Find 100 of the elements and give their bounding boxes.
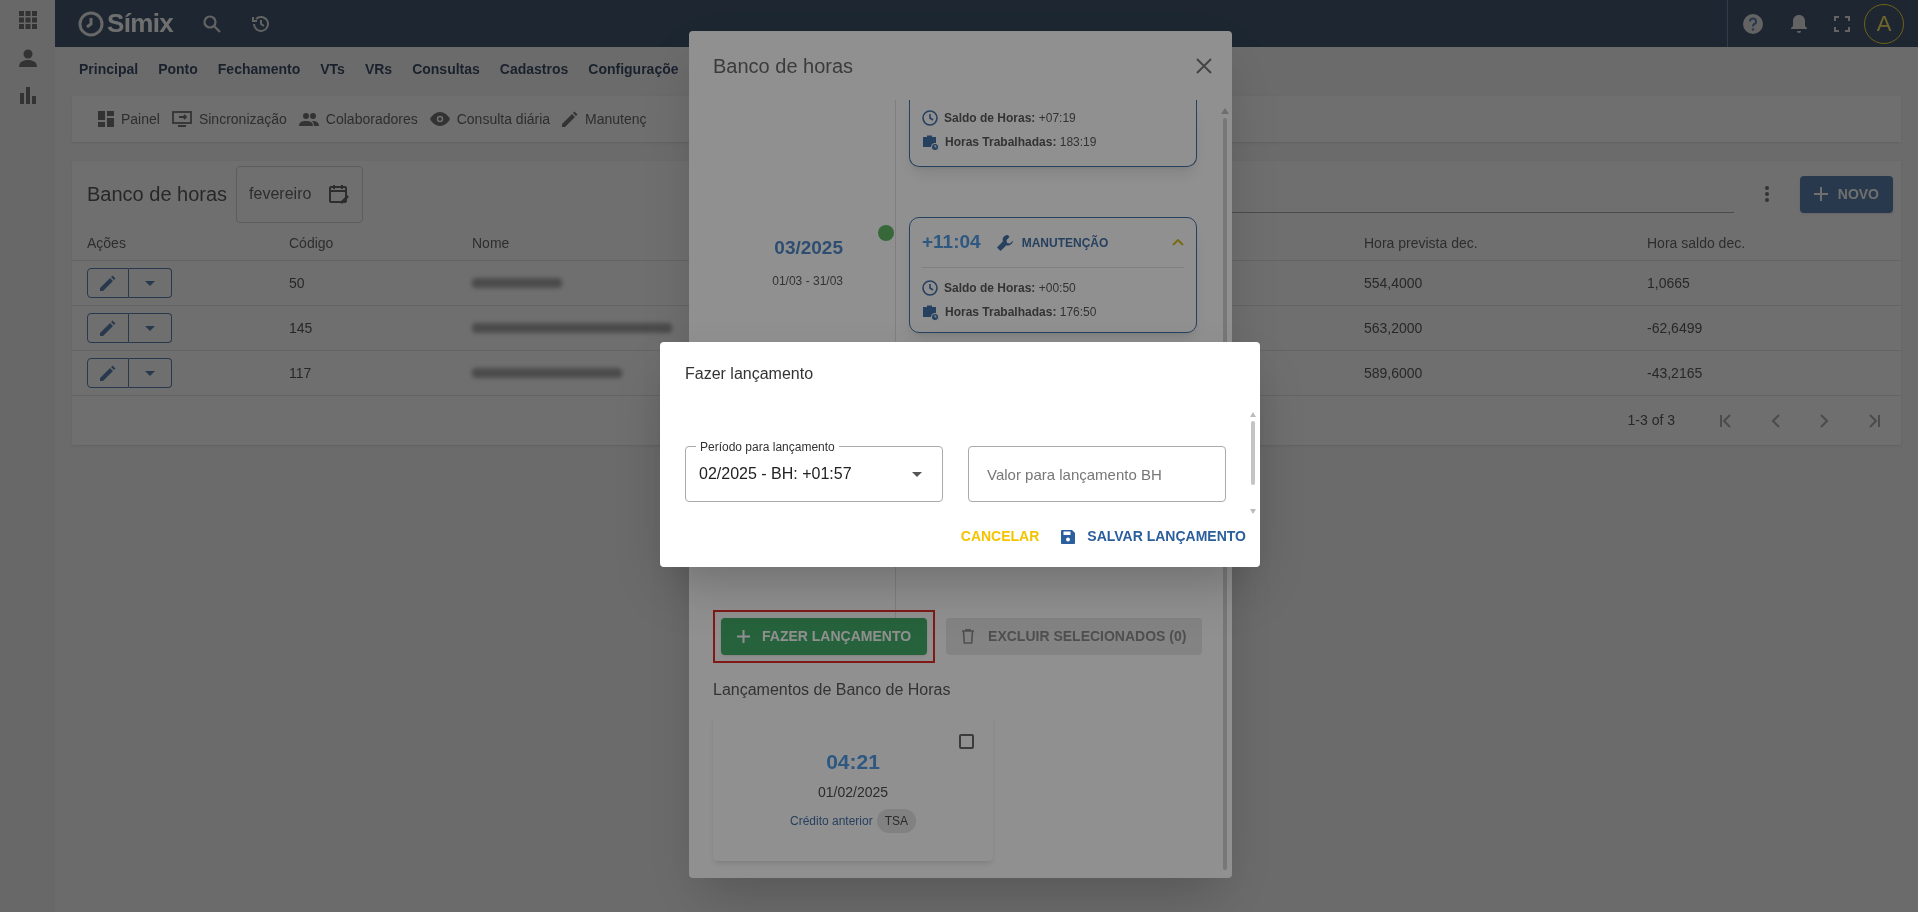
expand-toggle[interactable] xyxy=(1172,239,1184,246)
table-cell-text: 589,6000 xyxy=(1364,363,1424,383)
briefcase-clock-icon xyxy=(922,133,939,151)
briefcase-clock-icon xyxy=(922,303,939,321)
dashboard-icon xyxy=(98,111,114,127)
fullscreen-icon[interactable] xyxy=(1834,15,1850,32)
dropdown-button[interactable] xyxy=(129,313,172,343)
history-icon[interactable] xyxy=(251,13,272,34)
total-hours: +11:04 xyxy=(922,230,981,255)
add-entry-button[interactable]: FAZER LANÇAMENTO xyxy=(721,618,928,655)
more-vertical-icon[interactable] xyxy=(1763,185,1770,203)
balance-text: Saldo de Horas: +00:50 xyxy=(944,280,1076,297)
pencil-icon xyxy=(562,111,579,127)
scroll-down-icon[interactable] xyxy=(1250,509,1256,514)
table-cell-text: 554,4000 xyxy=(1364,273,1424,293)
scrollbar-thumb[interactable] xyxy=(1251,421,1255,485)
trash-icon xyxy=(962,629,975,644)
table-cell-text: -43,2165 xyxy=(1647,363,1704,383)
bar-chart-icon[interactable] xyxy=(18,86,37,104)
toolbar-tab[interactable]: Sincronização xyxy=(171,108,287,130)
table-cell-text: -62,6499 xyxy=(1647,318,1704,338)
column-header: Ações xyxy=(87,234,126,253)
hours-worked-text: Horas Trabalhadas: 176:50 xyxy=(945,304,1097,321)
column-header: Hora saldo dec. xyxy=(1647,234,1746,253)
balance-text: Saldo de Horas: +07:19 xyxy=(944,110,1076,127)
entry-value: 04:21 xyxy=(826,749,880,775)
dialog-title: Fazer lançamento xyxy=(684,364,815,384)
plus-icon xyxy=(737,630,750,643)
search-icon[interactable] xyxy=(203,14,222,33)
toolbar-tab[interactable]: Colaboradores xyxy=(298,108,418,130)
help-icon[interactable] xyxy=(1742,12,1764,35)
first-page-icon[interactable] xyxy=(1719,413,1733,428)
table-cell-text: 1,0665 xyxy=(1647,273,1691,293)
toolbar-tab[interactable]: Consulta diária xyxy=(429,108,551,130)
caret-icon xyxy=(145,370,155,376)
clock-icon xyxy=(922,280,938,296)
wrench-icon xyxy=(996,234,1013,251)
menu-tab[interactable]: Configuraçõe xyxy=(588,58,679,80)
column-header: Código xyxy=(289,234,334,253)
menu-tab[interactable]: Ponto xyxy=(158,58,198,80)
chevron-up-icon xyxy=(1172,239,1184,246)
save-button[interactable]: SALVAR LANÇAMENTO xyxy=(1061,526,1246,547)
person-icon[interactable] xyxy=(17,48,38,68)
next-page-icon[interactable] xyxy=(1819,413,1829,428)
edit-button[interactable] xyxy=(87,313,129,343)
column-header: Hora prevista dec. xyxy=(1364,234,1478,253)
plus-icon xyxy=(1813,187,1828,201)
table-cell-text: 145 xyxy=(289,318,314,338)
hours-worked-text: Horas Trabalhadas: 183:19 xyxy=(945,134,1097,151)
value-input-field[interactable]: Valor para lançamento BH xyxy=(968,446,1226,502)
table-cell-text: 50 xyxy=(289,273,306,293)
column-header: Nome xyxy=(472,234,510,253)
toolbar-tab[interactable]: Manutenç xyxy=(562,108,647,130)
eye-icon xyxy=(429,112,450,126)
clock-icon xyxy=(922,110,938,126)
calendar-edit-icon[interactable] xyxy=(328,183,351,205)
table-cell-text: 563,2000 xyxy=(1364,318,1424,338)
pencil-icon xyxy=(100,365,116,381)
last-page-icon[interactable] xyxy=(1867,413,1881,428)
edit-button[interactable] xyxy=(87,268,129,298)
close-icon[interactable] xyxy=(1196,57,1212,74)
save-icon xyxy=(1061,529,1076,544)
new-button[interactable]: NOVO xyxy=(1799,175,1893,213)
cancel-button[interactable]: CANCELAR xyxy=(960,526,1040,547)
entry-date: 01/02/2025 xyxy=(817,782,889,802)
menu-tab[interactable]: VTs xyxy=(320,58,345,80)
dropdown-button[interactable] xyxy=(129,268,172,298)
menu-tab[interactable]: VRs xyxy=(364,58,393,80)
pencil-icon xyxy=(100,275,116,291)
scroll-up-icon[interactable] xyxy=(1221,108,1229,114)
dropdown-caret-icon xyxy=(912,471,922,477)
toolbar-tab[interactable]: Painel xyxy=(98,108,160,130)
menu-tab[interactable]: Consultas xyxy=(412,58,480,80)
scroll-up-icon[interactable] xyxy=(1250,412,1256,417)
edit-button[interactable] xyxy=(87,358,129,388)
bell-icon[interactable] xyxy=(1790,13,1808,34)
app-logo: Símix xyxy=(107,7,174,40)
caret-icon xyxy=(145,325,155,331)
dropdown-button[interactable] xyxy=(129,358,172,388)
tag-chip: TSA xyxy=(876,808,917,833)
menu-tab[interactable]: Cadastros xyxy=(499,58,569,80)
menu-tab[interactable]: Principal xyxy=(79,58,139,80)
clock-logo-icon xyxy=(77,9,105,38)
caret-icon xyxy=(145,280,155,286)
menu-tab[interactable]: Fechamento xyxy=(217,58,301,80)
section-heading: Lançamentos de Banco de Horas xyxy=(713,680,952,700)
period-label: 03/2025 xyxy=(774,236,843,260)
checkbox[interactable] xyxy=(959,734,974,749)
pagination-text: 1-3 of 3 xyxy=(1627,411,1675,430)
tag-label: MANUTENÇÃO xyxy=(1021,234,1109,252)
date-range: 01/03 - 31/03 xyxy=(772,272,843,290)
month-field[interactable]: fevereiro xyxy=(236,165,364,223)
page-title: Banco de horas xyxy=(87,182,228,207)
previous-page-icon[interactable] xyxy=(1771,413,1781,428)
sync-screen-icon xyxy=(171,111,192,127)
table-cell-text: 117 xyxy=(289,363,313,383)
people-icon xyxy=(298,112,319,126)
apps-icon[interactable] xyxy=(17,10,38,30)
entry-type: Crédito anterior xyxy=(789,812,873,830)
pencil-icon xyxy=(100,320,116,336)
